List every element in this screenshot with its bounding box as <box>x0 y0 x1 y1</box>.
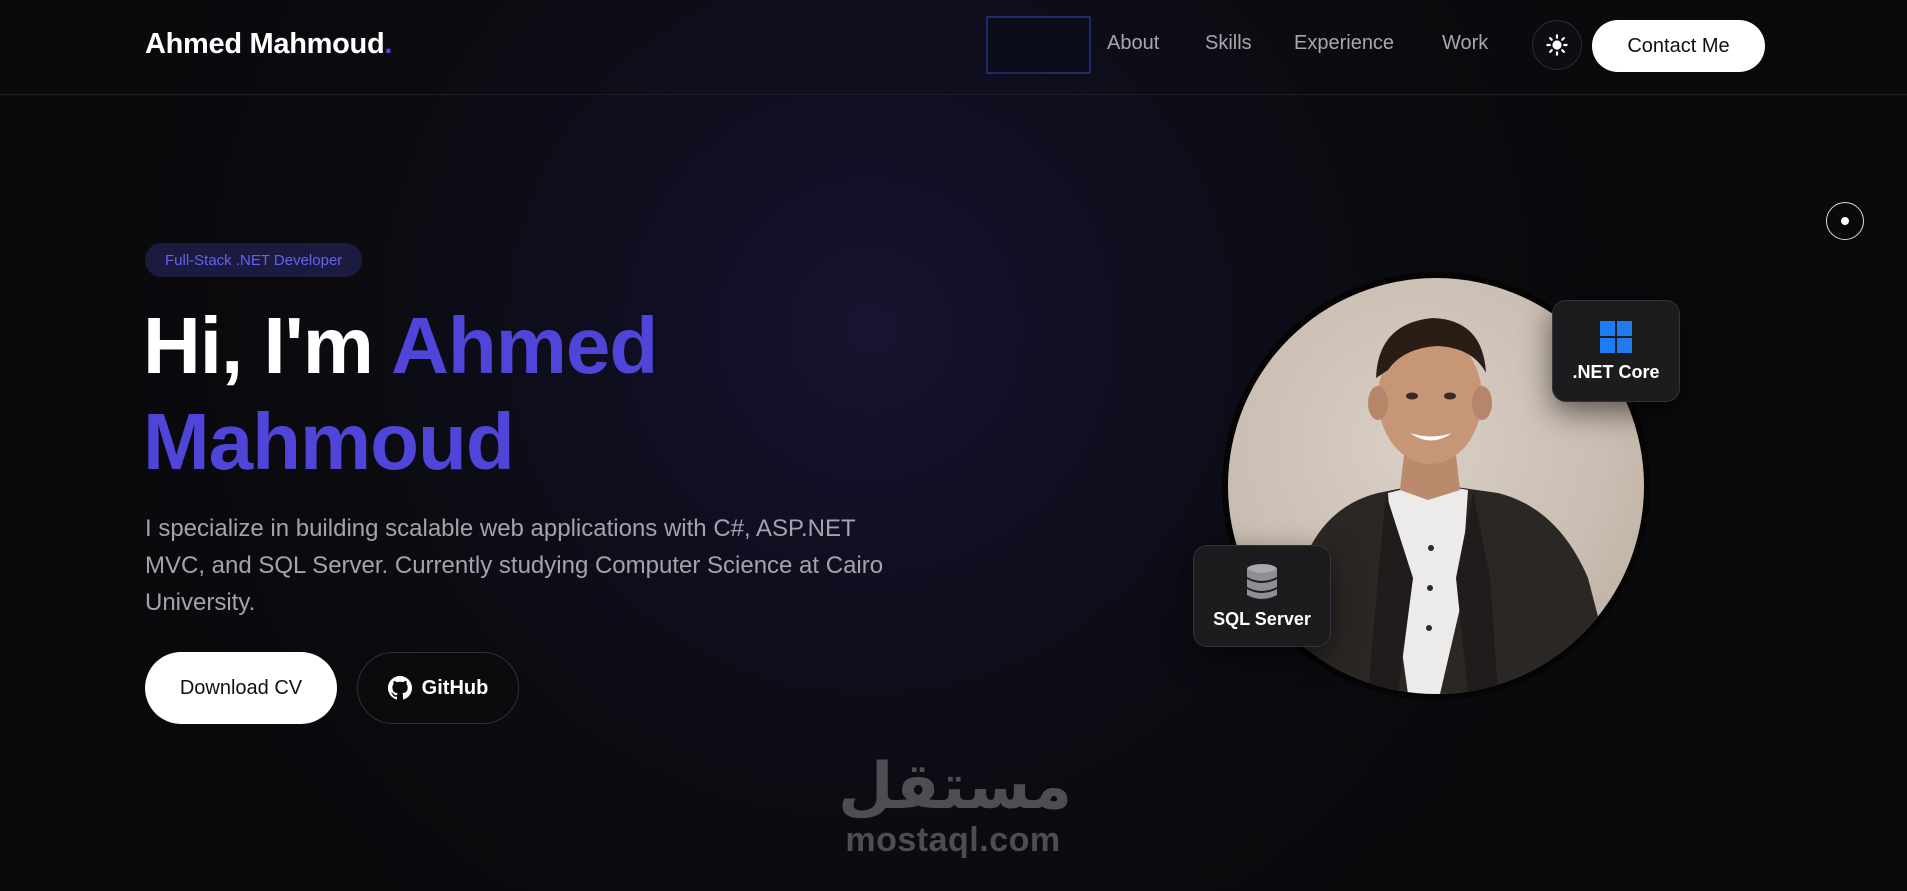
scroll-indicator[interactable] <box>1826 202 1864 240</box>
download-cv-button[interactable]: Download CV <box>145 652 337 724</box>
nav-link-work[interactable]: Work <box>1442 32 1488 55</box>
theme-toggle-button[interactable] <box>1532 20 1582 70</box>
nav-link-home-label: Home <box>1002 34 1056 56</box>
hero-title-last-name: Mahmoud <box>143 397 515 486</box>
role-badge: Full-Stack .NET Developer <box>145 243 363 277</box>
hero-title-prefix: Hi, I'm <box>143 301 392 390</box>
brand-logo[interactable]: Ahmed Mahmoud. <box>145 28 392 61</box>
nav-link-home[interactable]: Home <box>986 16 1091 74</box>
tech-card-dotnet-label: .NET Core <box>1572 361 1660 382</box>
brand-name: Ahmed Mahmoud <box>145 28 385 60</box>
hero-description: I specialize in building scalable web ap… <box>145 515 884 616</box>
windows-icon <box>1600 320 1632 353</box>
tech-card-sql-server: SQL Server <box>1193 545 1331 647</box>
top-nav: Ahmed Mahmoud. Home About Skills Experie… <box>0 0 1907 95</box>
scroll-indicator-dot <box>1841 217 1849 225</box>
watermark-logo: مستقل mostaql.com <box>838 750 1073 872</box>
tech-card-dotnet: .NET Core <box>1552 300 1680 402</box>
brand-dot: . <box>384 28 393 60</box>
nav-link-skills[interactable]: Skills <box>1205 32 1252 55</box>
sun-icon <box>1546 34 1568 56</box>
watermark-arabic: مستقل <box>838 750 1073 824</box>
contact-me-button[interactable]: Contact Me <box>1592 20 1765 72</box>
github-button-label: GitHub <box>421 676 489 699</box>
nav-link-experience[interactable]: Experience <box>1294 32 1394 55</box>
tech-card-sql-label: SQL Server <box>1213 608 1311 629</box>
hero-title-first-name: Ahmed <box>391 301 658 390</box>
github-button[interactable]: GitHub <box>357 652 519 724</box>
github-icon <box>387 676 412 700</box>
portfolio-page: Ahmed Mahmoud. Home About Skills Experie… <box>0 0 1907 891</box>
database-icon <box>1247 563 1277 599</box>
nav-link-about[interactable]: About <box>1107 32 1159 55</box>
watermark-latin: mostaql.com <box>845 821 1061 859</box>
hero-title: Hi, I'm Ahmed Mahmoud <box>143 298 843 490</box>
